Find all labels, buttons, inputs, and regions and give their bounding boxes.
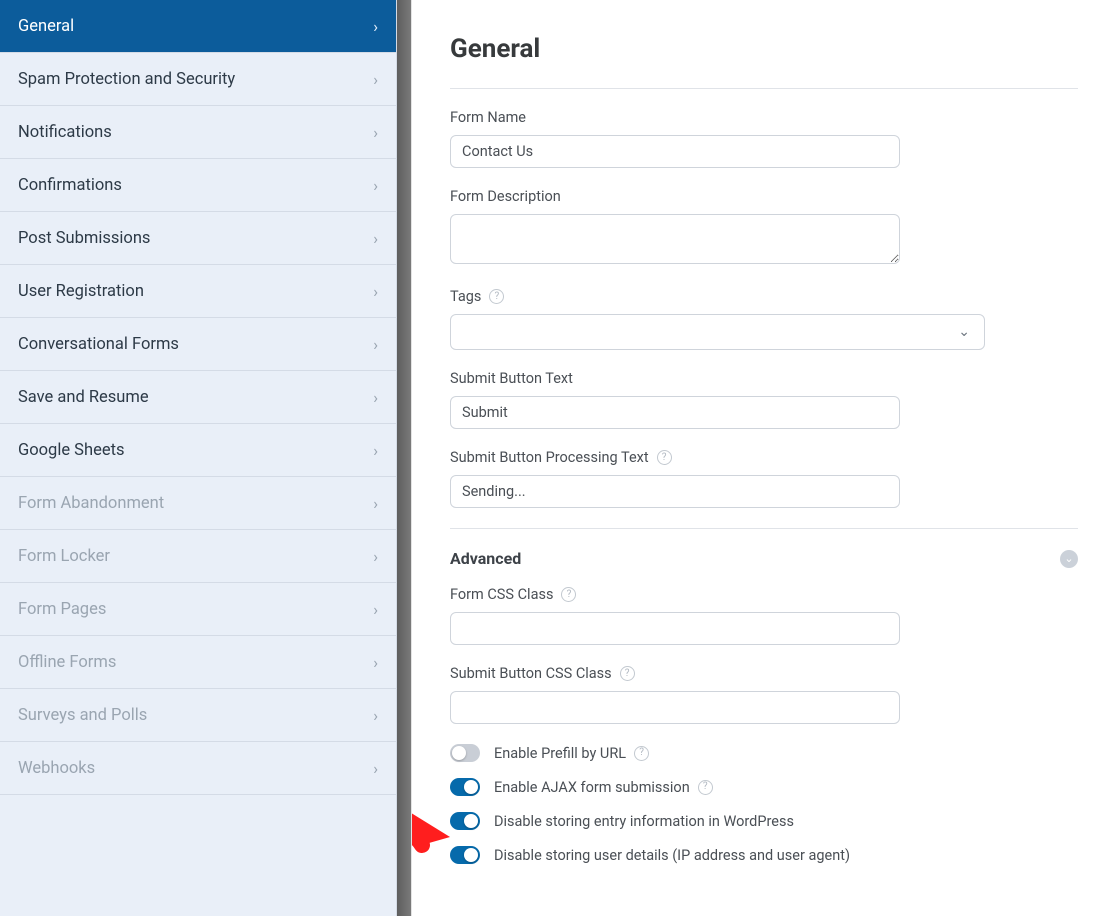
sidebar-item-label: Conversational Forms	[18, 335, 373, 354]
submit-button-text-input[interactable]	[450, 396, 900, 429]
sidebar-item-surveys-polls[interactable]: Surveys and Polls ›	[0, 689, 396, 742]
toggle-ajax-submission[interactable]	[450, 778, 480, 796]
sidebar-item-label: Save and Resume	[18, 388, 373, 407]
field-form-name: Form Name	[450, 109, 1078, 168]
toggle-disable-user-details[interactable]	[450, 846, 480, 864]
toggle-ajax-submission-label: Enable AJAX form submission	[494, 779, 690, 796]
sidebar-item-label: Webhooks	[18, 759, 373, 778]
sidebar-item-label: Confirmations	[18, 176, 373, 195]
sidebar-item-notifications[interactable]: Notifications ›	[0, 106, 396, 159]
tags-label: Tags	[450, 288, 481, 305]
chevron-right-icon: ›	[373, 123, 378, 142]
toggle-disable-user-details-label: Disable storing user details (IP address…	[494, 847, 850, 864]
divider	[450, 528, 1078, 529]
form-name-input[interactable]	[450, 135, 900, 168]
sidebar-item-label: User Registration	[18, 282, 373, 301]
field-tags: Tags ? ⌄	[450, 288, 1078, 350]
chevron-right-icon: ›	[373, 759, 378, 778]
toggle-row-prefill-url: Enable Prefill by URL ?	[450, 744, 1078, 762]
page-title: General	[450, 34, 1078, 64]
submit-processing-text-input[interactable]	[450, 475, 900, 508]
help-icon[interactable]: ?	[698, 780, 713, 795]
sidebar-item-label: Google Sheets	[18, 441, 373, 460]
chevron-right-icon: ›	[373, 706, 378, 725]
sidebar-item-form-locker[interactable]: Form Locker ›	[0, 530, 396, 583]
sidebar-item-label: Form Locker	[18, 547, 373, 566]
help-icon[interactable]: ?	[489, 289, 504, 304]
chevron-right-icon: ›	[373, 494, 378, 513]
help-icon[interactable]: ?	[634, 746, 649, 761]
annotation-arrow	[411, 730, 452, 870]
sidebar-item-spam-security[interactable]: Spam Protection and Security ›	[0, 53, 396, 106]
chevron-right-icon: ›	[373, 388, 378, 407]
chevron-right-icon: ›	[373, 547, 378, 566]
chevron-down-icon: ⌄	[1060, 550, 1078, 568]
toggle-row-disable-entry-storage: Disable storing entry information in Wor…	[450, 812, 1078, 830]
field-form-css-class: Form CSS Class ?	[450, 586, 1078, 645]
toggle-row-disable-user-details: Disable storing user details (IP address…	[450, 846, 1078, 864]
sidebar-item-label: Offline Forms	[18, 653, 373, 672]
toggle-disable-entry-storage[interactable]	[450, 812, 480, 830]
sidebar-item-google-sheets[interactable]: Google Sheets ›	[0, 424, 396, 477]
settings-sidebar: General › Spam Protection and Security ›…	[0, 0, 397, 916]
sidebar-item-save-resume[interactable]: Save and Resume ›	[0, 371, 396, 424]
chevron-down-icon: ⌄	[958, 324, 970, 340]
chevron-right-icon: ›	[373, 335, 378, 354]
chevron-right-icon: ›	[373, 229, 378, 248]
toggle-row-ajax-submission: Enable AJAX form submission ?	[450, 778, 1078, 796]
sidebar-item-label: General	[18, 17, 373, 36]
help-icon[interactable]: ?	[561, 587, 576, 602]
section-advanced-header[interactable]: Advanced ⌄	[450, 549, 1078, 568]
sidebar-item-label: Form Pages	[18, 600, 373, 619]
submit-button-text-label: Submit Button Text	[450, 370, 1078, 387]
toggle-prefill-url-label: Enable Prefill by URL	[494, 745, 626, 762]
divider	[450, 88, 1078, 89]
settings-panel: General Form Name Form Description Tags …	[411, 0, 1116, 916]
sidebar-item-general[interactable]: General ›	[0, 0, 396, 53]
sidebar-item-webhooks[interactable]: Webhooks ›	[0, 742, 396, 795]
toggle-disable-entry-storage-label: Disable storing entry information in Wor…	[494, 813, 794, 830]
help-icon[interactable]: ?	[620, 666, 635, 681]
field-submit-button-css-class: Submit Button CSS Class ?	[450, 665, 1078, 724]
form-css-class-label: Form CSS Class	[450, 586, 553, 603]
chevron-right-icon: ›	[373, 600, 378, 619]
submit-button-css-class-label: Submit Button CSS Class	[450, 665, 612, 682]
submit-button-css-class-input[interactable]	[450, 691, 900, 724]
form-description-input[interactable]	[450, 214, 900, 264]
field-form-description: Form Description	[450, 188, 1078, 268]
sidebar-item-label: Form Abandonment	[18, 494, 373, 513]
help-icon[interactable]: ?	[657, 450, 672, 465]
sidebar-item-form-abandonment[interactable]: Form Abandonment ›	[0, 477, 396, 530]
sidebar-item-conversational-forms[interactable]: Conversational Forms ›	[0, 318, 396, 371]
toggle-prefill-url[interactable]	[450, 744, 480, 762]
submit-processing-text-label: Submit Button Processing Text	[450, 449, 649, 466]
chevron-right-icon: ›	[373, 653, 378, 672]
form-description-label: Form Description	[450, 188, 1078, 205]
sidebar-item-label: Spam Protection and Security	[18, 70, 373, 89]
sidebar-item-label: Notifications	[18, 123, 373, 142]
section-advanced-title: Advanced	[450, 549, 521, 568]
sidebar-item-label: Post Submissions	[18, 229, 373, 248]
sidebar-item-confirmations[interactable]: Confirmations ›	[0, 159, 396, 212]
sidebar-item-post-submissions[interactable]: Post Submissions ›	[0, 212, 396, 265]
chevron-right-icon: ›	[373, 70, 378, 89]
chevron-right-icon: ›	[373, 17, 378, 36]
form-name-label: Form Name	[450, 109, 1078, 126]
chevron-right-icon: ›	[373, 441, 378, 460]
sidebar-item-form-pages[interactable]: Form Pages ›	[0, 583, 396, 636]
chevron-right-icon: ›	[373, 176, 378, 195]
tags-select[interactable]: ⌄	[450, 314, 985, 350]
sidebar-item-user-registration[interactable]: User Registration ›	[0, 265, 396, 318]
sidebar-item-offline-forms[interactable]: Offline Forms ›	[0, 636, 396, 689]
form-css-class-input[interactable]	[450, 612, 900, 645]
sidebar-item-label: Surveys and Polls	[18, 706, 373, 725]
field-submit-processing-text: Submit Button Processing Text ?	[450, 449, 1078, 508]
chevron-right-icon: ›	[373, 282, 378, 301]
panel-divider	[397, 0, 411, 916]
field-submit-button-text: Submit Button Text	[450, 370, 1078, 429]
